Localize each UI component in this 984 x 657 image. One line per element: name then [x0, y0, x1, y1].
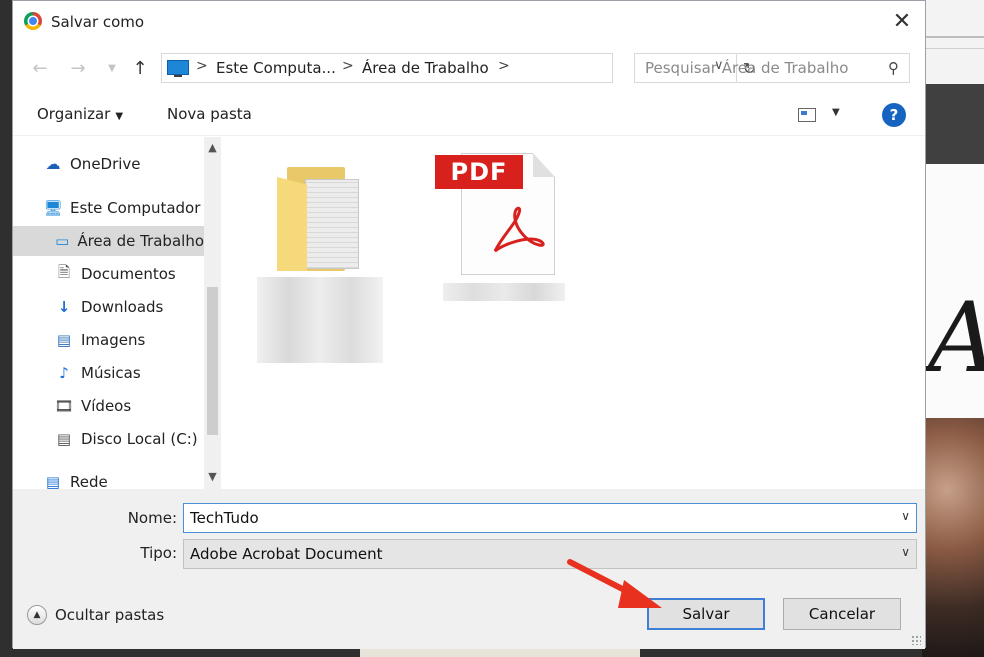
sidebar-item-label: Documentos	[81, 265, 176, 283]
background-divider	[922, 48, 984, 49]
sidebar-item-this-pc[interactable]: 🖥 Este Computador	[43, 193, 203, 223]
blurred-file-name	[257, 277, 383, 363]
name-label: Nome:	[127, 509, 177, 527]
background-divider	[922, 36, 984, 38]
background-dark-band	[922, 84, 984, 164]
command-toolbar: Organizar ▼ Nova pasta ▼ ?	[13, 97, 925, 136]
sidebar-item-label: Área de Trabalho	[77, 232, 204, 250]
save-as-dialog: Salvar como ✕ ← → ▼ ↑ > Este Computa... …	[12, 0, 926, 649]
sidebar-item-label: OneDrive	[70, 155, 141, 173]
hide-folders-button[interactable]: ▲ Ocultar pastas	[27, 605, 164, 625]
document-icon: 🗎	[57, 262, 71, 281]
download-arrow-icon: ↓	[57, 298, 71, 316]
sidebar-item-label: Este Computador	[70, 199, 201, 217]
change-view-icon[interactable]	[798, 108, 816, 122]
sidebar-item-downloads[interactable]: ↓ Downloads	[54, 292, 204, 322]
file-list-area: PDF	[227, 137, 925, 489]
blurred-file-name	[443, 283, 565, 301]
help-icon[interactable]: ?	[882, 103, 906, 127]
file-name-value: TechTudo	[190, 509, 259, 527]
background-letters: Al	[928, 290, 984, 386]
forward-arrow-icon[interactable]: →	[65, 55, 91, 81]
background-artwork	[922, 418, 984, 657]
annotation-arrow-icon	[567, 559, 662, 608]
acrobat-logo-icon	[493, 206, 545, 253]
desktop-icon: ▭	[55, 232, 70, 250]
collapse-up-icon: ▲	[27, 605, 47, 625]
title-bar: Salvar como ✕	[13, 1, 925, 43]
chrome-logo-icon	[24, 12, 42, 30]
image-icon: ▤	[56, 331, 72, 349]
type-label: Tipo:	[140, 544, 177, 562]
navigation-bar: ← → ▼ ↑ > Este Computa... > Área de Trab…	[13, 47, 925, 89]
up-arrow-icon[interactable]: ↑	[127, 55, 153, 81]
scroll-up-icon[interactable]: ▲	[204, 141, 221, 154]
breadcrumb-separator: >	[342, 58, 354, 74]
resize-grip-icon[interactable]	[911, 635, 921, 645]
breadcrumb-item[interactable]: Este Computa...	[216, 59, 336, 77]
navigation-pane: ☁ OneDrive 🖥 Este Computador ▭ Área de T…	[13, 137, 226, 491]
sidebar-item-onedrive[interactable]: ☁ OneDrive	[43, 149, 203, 179]
pdf-badge: PDF	[435, 155, 523, 189]
file-type-value: Adobe Acrobat Document	[190, 545, 383, 563]
file-name-input[interactable]: TechTudo ∨	[183, 503, 917, 533]
sidebar-item-label: Músicas	[81, 364, 141, 382]
sidebar-item-label: Imagens	[81, 331, 146, 349]
view-options-chevron-icon[interactable]: ▼	[832, 107, 840, 118]
search-input[interactable]: Pesquisar Área de Trabalho ⚲	[634, 53, 910, 83]
sidebar-item-videos[interactable]: 🎞 Vídeos	[54, 391, 204, 421]
organize-label: Organizar	[37, 105, 111, 123]
close-button[interactable]: ✕	[879, 1, 925, 41]
sidebar-scrollbar[interactable]: ▲ ▼	[204, 137, 221, 489]
sidebar-item-label: Downloads	[81, 298, 164, 316]
sidebar-item-desktop[interactable]: ▭ Área de Trabalho	[13, 226, 204, 256]
scrollbar-thumb[interactable]	[207, 287, 218, 435]
sidebar-item-pictures[interactable]: ▤ Imagens	[54, 325, 204, 355]
film-icon: 🎞	[54, 397, 74, 415]
organize-button[interactable]: Organizar ▼	[37, 105, 123, 123]
search-icon[interactable]: ⚲	[888, 59, 899, 77]
back-arrow-icon[interactable]: ←	[27, 55, 53, 81]
search-placeholder: Pesquisar Área de Trabalho	[645, 59, 849, 77]
sidebar-item-label: Disco Local (C:)	[81, 430, 198, 448]
background-browser-strip	[922, 0, 984, 84]
new-folder-button[interactable]: Nova pasta	[167, 105, 252, 123]
pdf-file-icon[interactable]: PDF	[435, 153, 565, 277]
sidebar-item-label: Vídeos	[81, 397, 132, 415]
recent-locations-chevron-icon[interactable]: ▼	[99, 55, 125, 81]
hide-folders-label: Ocultar pastas	[55, 606, 165, 624]
file-type-select[interactable]: Adobe Acrobat Document ∨	[183, 539, 917, 569]
sidebar-item-music[interactable]: ♪ Músicas	[54, 358, 204, 388]
computer-icon	[167, 60, 189, 77]
drive-icon: ▤	[56, 430, 72, 448]
folder-icon[interactable]	[277, 159, 359, 271]
chevron-down-icon: ▼	[115, 111, 124, 122]
scroll-down-icon[interactable]: ▼	[204, 470, 221, 483]
address-bar[interactable]: > Este Computa... > Área de Trabalho > ∨…	[161, 53, 756, 83]
sidebar-item-local-disk[interactable]: ▤ Disco Local (C:)	[54, 424, 204, 454]
breadcrumb-separator: >	[196, 58, 208, 74]
music-note-icon: ♪	[59, 364, 69, 382]
cloud-icon: ☁	[45, 155, 61, 173]
dialog-title: Salvar como	[51, 13, 145, 31]
breadcrumb-separator: >	[498, 58, 510, 74]
breadcrumb-item[interactable]: Área de Trabalho	[362, 59, 489, 77]
cancel-button[interactable]: Cancelar	[783, 598, 901, 630]
computer-icon: 🖥	[43, 199, 63, 217]
sidebar-item-documents[interactable]: 🗎 Documentos	[54, 259, 204, 289]
chevron-down-icon[interactable]: ∨	[901, 545, 910, 559]
save-form: Nome: TechTudo ∨ Tipo: Adobe Acrobat Doc…	[13, 489, 925, 649]
chevron-down-icon[interactable]: ∨	[901, 509, 910, 523]
